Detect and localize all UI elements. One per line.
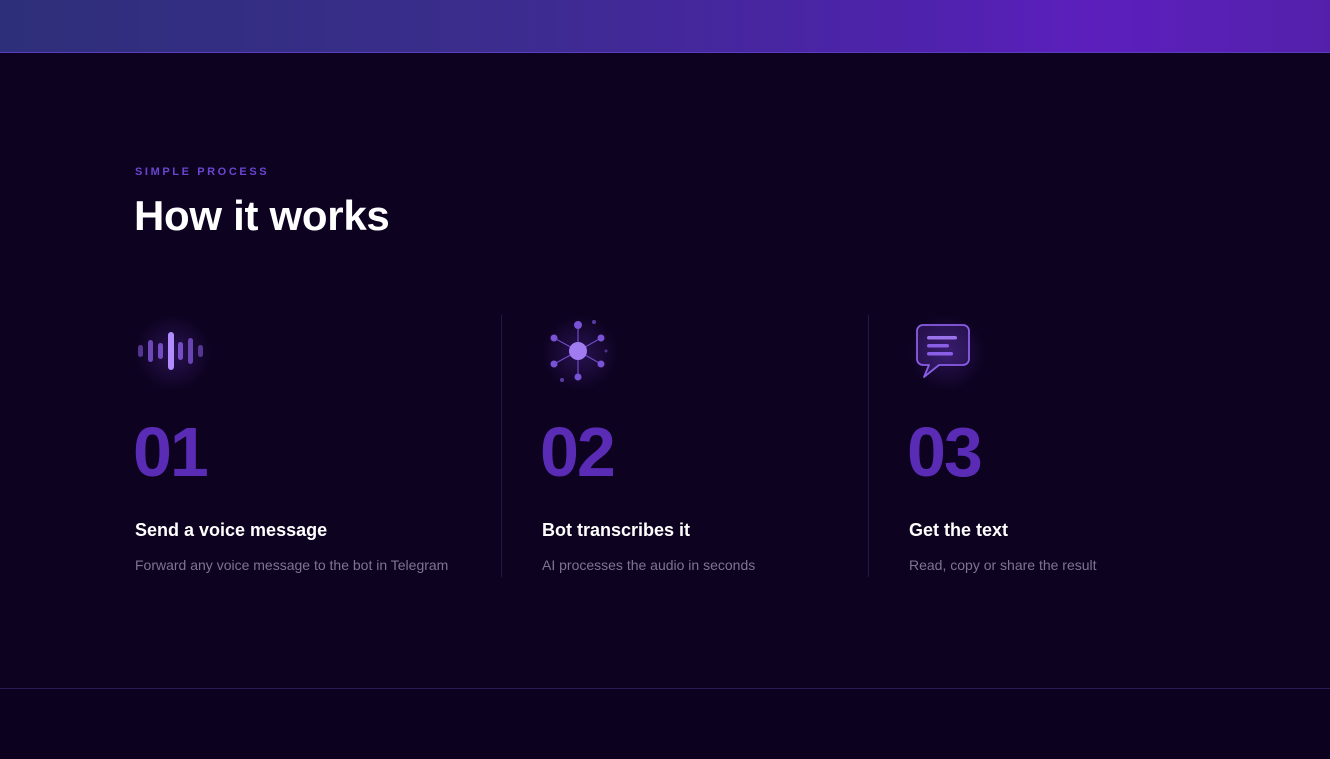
how-it-works-section: SIMPLE PROCESS How it works 01 Send a vo… xyxy=(0,54,1330,688)
step-title: Get the text xyxy=(909,520,1009,540)
step-description: Read, copy or share the result xyxy=(909,557,1097,573)
step-divider xyxy=(501,315,502,577)
step-card-3: 03 Get the text Read, copy or share the … xyxy=(907,315,1269,577)
step-number: 03 xyxy=(907,413,983,491)
step-card-2: 02 Bot transcribes it AI processes the a… xyxy=(540,315,868,577)
step-number: 02 xyxy=(540,413,616,491)
top-gradient-band xyxy=(0,0,1330,53)
step-number: 01 xyxy=(133,413,209,491)
step-title: Bot transcribes it xyxy=(542,520,691,540)
step-description: Forward any voice message to the bot in … xyxy=(135,557,449,573)
steps-list: 01 Send a voice message Forward any voic… xyxy=(0,315,1330,577)
section-heading: How it works xyxy=(134,192,390,239)
chat-message-icon xyxy=(909,315,985,391)
step-divider xyxy=(868,315,869,577)
step-description: AI processes the audio in seconds xyxy=(542,557,756,573)
section-eyebrow: SIMPLE PROCESS xyxy=(135,166,270,178)
step-title: Send a voice message xyxy=(135,520,328,540)
soundwave-icon xyxy=(135,315,211,391)
step-card-1: 01 Send a voice message Forward any voic… xyxy=(133,315,501,577)
neural-network-icon xyxy=(542,315,618,391)
footer-area xyxy=(0,689,1330,759)
